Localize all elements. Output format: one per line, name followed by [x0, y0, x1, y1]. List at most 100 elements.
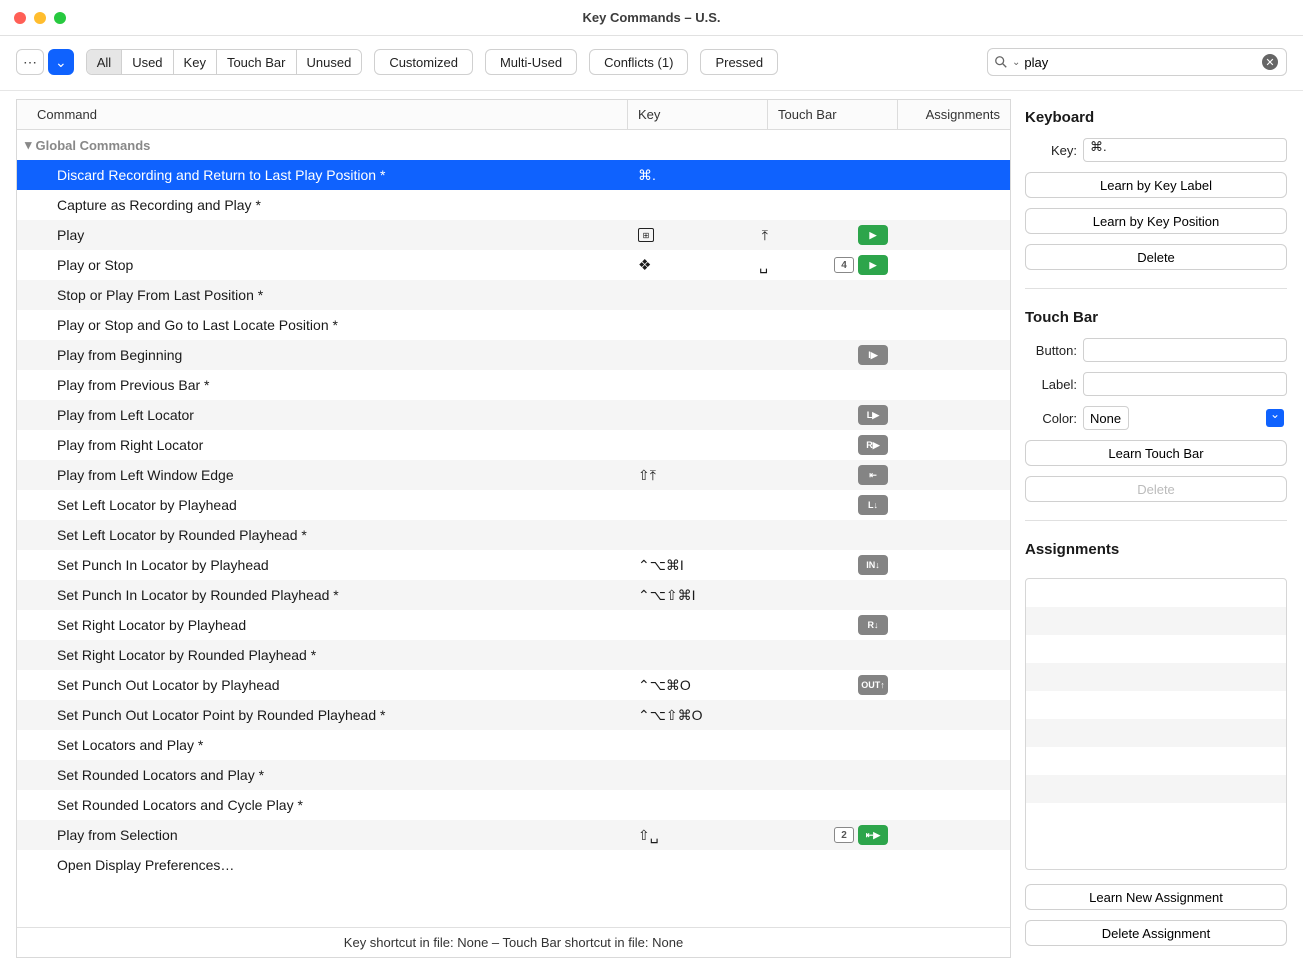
key-value-field[interactable]: ⌘.	[1083, 138, 1287, 162]
assignment-count-badge: 4	[834, 257, 854, 273]
col-header-assignments[interactable]: Assignments	[898, 100, 1010, 129]
row-touchbar-cell: ▶	[768, 225, 898, 245]
row-command-label: Set Punch Out Locator Point by Rounded P…	[17, 707, 628, 723]
table-row[interactable]: Play from Left Window Edge⇧⤒⇤	[17, 460, 1010, 490]
touchbar-button-icon: L↓	[858, 495, 888, 515]
table-body: ▾ Global Commands Discard Recording and …	[17, 130, 1010, 927]
row-touchbar-cell: OUT↑	[768, 675, 898, 695]
ellipsis-icon: ⋯	[23, 54, 37, 71]
tb-label-field[interactable]	[1083, 372, 1287, 396]
row-key-shortcut: ⌘.	[638, 167, 656, 184]
table-row[interactable]: Open Display Preferences…	[17, 850, 1010, 880]
row-command-label: Open Display Preferences…	[17, 857, 628, 873]
toolbar: ⋯ ⌄ AllUsedKeyTouch BarUnused Customized…	[0, 36, 1303, 91]
row-touchbar-cell: L▶	[768, 405, 898, 425]
table-row[interactable]: Play from Right Locator R▶	[17, 430, 1010, 460]
group-row[interactable]: ▾ Global Commands	[17, 130, 1010, 160]
row-command-label: Discard Recording and Return to Last Pla…	[17, 167, 628, 183]
col-header-command[interactable]: Command	[17, 100, 628, 129]
learn-by-key-label-button[interactable]: Learn by Key Label	[1025, 172, 1287, 198]
search-input[interactable]	[1024, 55, 1258, 70]
table-row[interactable]: Set Right Locator by Rounded Playhead *	[17, 640, 1010, 670]
row-command-label: Set Punch Out Locator by Playhead	[17, 677, 628, 693]
row-command-label: Set Right Locator by Playhead	[17, 617, 628, 633]
touchbar-button-icon: ▶	[858, 225, 888, 245]
row-key-cell: ⊞⤒	[628, 227, 768, 244]
chevron-down-icon: ⌄	[55, 54, 67, 71]
table-row[interactable]: Set Rounded Locators and Cycle Play *	[17, 790, 1010, 820]
window-title: Key Commands – U.S.	[583, 10, 721, 25]
minimize-window-button[interactable]	[34, 12, 46, 24]
row-touchbar-cell: R▶	[768, 435, 898, 455]
key-label: Key:	[1025, 143, 1077, 158]
table-row[interactable]: Discard Recording and Return to Last Pla…	[17, 160, 1010, 190]
search-icon	[994, 55, 1008, 69]
row-command-label: Stop or Play From Last Position *	[17, 287, 628, 303]
table-row[interactable]: Play from Previous Bar *	[17, 370, 1010, 400]
touchbar-button-icon: ⇤▶	[858, 825, 888, 845]
fullscreen-window-button[interactable]	[54, 12, 66, 24]
learn-new-assignment-button[interactable]: Learn New Assignment	[1025, 884, 1287, 910]
filter-used[interactable]: Used	[122, 50, 173, 74]
tb-label-label: Label:	[1025, 377, 1077, 392]
tb-button-field[interactable]	[1083, 338, 1287, 362]
row-command-label: Capture as Recording and Play *	[17, 197, 628, 213]
delete-key-button[interactable]: Delete	[1025, 244, 1287, 270]
row-touchbar-cell: R↓	[768, 615, 898, 635]
col-header-touchbar[interactable]: Touch Bar	[768, 100, 898, 129]
filter-touch-bar[interactable]: Touch Bar	[217, 50, 297, 74]
table-row[interactable]: Set Locators and Play *	[17, 730, 1010, 760]
filter-key[interactable]: Key	[174, 50, 217, 74]
row-key-shortcut: ⌃⌥⌘O	[638, 677, 691, 694]
customized-button[interactable]: Customized	[374, 49, 473, 75]
filter-dropdown-button[interactable]: ⌄	[48, 49, 74, 75]
table-row[interactable]: Set Punch In Locator by Playhead⌃⌥⌘IIN↓	[17, 550, 1010, 580]
row-key-cell: ⌘.	[628, 167, 768, 184]
touchbar-button-icon: I▶	[858, 345, 888, 365]
pressed-button[interactable]: Pressed	[700, 49, 778, 75]
table-row[interactable]: Set Punch In Locator by Rounded Playhead…	[17, 580, 1010, 610]
table-row[interactable]: Play or Stop❖␣4▶	[17, 250, 1010, 280]
clear-search-button[interactable]: ✕	[1262, 54, 1278, 70]
table-row[interactable]: Set Punch Out Locator Point by Rounded P…	[17, 700, 1010, 730]
table-row[interactable]: Set Left Locator by Rounded Playhead *	[17, 520, 1010, 550]
touchbar-button-icon: R▶	[858, 435, 888, 455]
row-touchbar-cell: ⇤	[768, 465, 898, 485]
touchbar-button-icon: ▶	[858, 255, 888, 275]
tb-color-select[interactable]: None	[1083, 406, 1129, 430]
row-command-label: Set Right Locator by Rounded Playhead *	[17, 647, 628, 663]
table-row[interactable]: Set Right Locator by Playhead R↓	[17, 610, 1010, 640]
table-row[interactable]: Set Punch Out Locator by Playhead ⌃⌥⌘O OUT…	[17, 670, 1010, 700]
col-header-key[interactable]: Key	[628, 100, 768, 129]
table-row[interactable]: Play from BeginningI▶	[17, 340, 1010, 370]
table-row[interactable]: Play⊞⤒▶	[17, 220, 1010, 250]
table-row[interactable]: Set Left Locator by PlayheadL↓	[17, 490, 1010, 520]
table-row[interactable]: Stop or Play From Last Position *	[17, 280, 1010, 310]
learn-touch-bar-button[interactable]: Learn Touch Bar	[1025, 440, 1287, 466]
assignments-list[interactable]	[1025, 578, 1287, 870]
disclosure-triangle-icon: ▾	[25, 137, 32, 153]
table-row[interactable]: Play or Stop and Go to Last Locate Posit…	[17, 310, 1010, 340]
row-command-label: Play from Right Locator	[17, 437, 628, 453]
table-row[interactable]: Play from Selection⇧␣2⇤▶	[17, 820, 1010, 850]
filter-all[interactable]: All	[87, 50, 122, 74]
table-row[interactable]: Capture as Recording and Play *	[17, 190, 1010, 220]
search-field[interactable]: ⌄ ✕	[987, 48, 1287, 76]
row-key-shortcut: ⇧␣	[638, 827, 659, 844]
conflicts-button[interactable]: Conflicts (1)	[589, 49, 688, 75]
table-row[interactable]: Play from Left LocatorL▶	[17, 400, 1010, 430]
options-menu-button[interactable]: ⋯	[16, 49, 44, 75]
close-window-button[interactable]	[14, 12, 26, 24]
stack-icon: ❖	[638, 256, 651, 274]
learn-by-key-position-button[interactable]: Learn by Key Position	[1025, 208, 1287, 234]
status-bar: Key shortcut in file: None – Touch Bar s…	[17, 927, 1010, 957]
row-key-cell: ⌃⌥⌘O	[628, 677, 768, 694]
touchbar-button-icon: L▶	[858, 405, 888, 425]
filter-unused[interactable]: Unused	[297, 50, 362, 74]
table-row[interactable]: Set Rounded Locators and Play *	[17, 760, 1010, 790]
touchbar-heading: Touch Bar	[1025, 309, 1287, 326]
keyboard-heading: Keyboard	[1025, 109, 1287, 126]
row-key-cell: ⇧␣	[628, 827, 768, 844]
multi-used-button[interactable]: Multi-Used	[485, 49, 577, 75]
delete-assignment-button[interactable]: Delete Assignment	[1025, 920, 1287, 946]
